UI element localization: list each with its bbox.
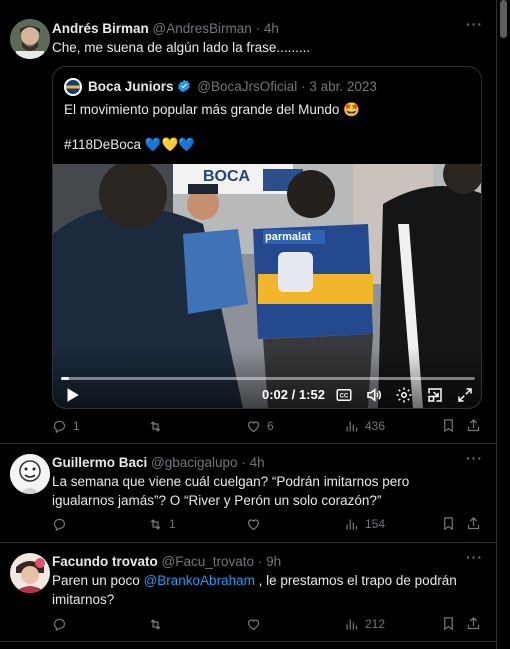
tweet-text: Che, me suena de algún lado la frase....…: [52, 40, 311, 55]
bookmark-icon[interactable]: [441, 516, 456, 531]
author-handle[interactable]: @gbacigalupo: [151, 455, 238, 470]
views-count: 154: [365, 517, 386, 531]
like-button[interactable]: [246, 514, 267, 534]
verified-badge-icon: [177, 79, 190, 93]
text-before-mention: Paren un poco: [52, 573, 144, 588]
reply-button[interactable]: [52, 614, 73, 634]
repost-button[interactable]: [148, 614, 169, 634]
repost-count: 1: [169, 517, 176, 531]
like-icon: [247, 518, 260, 530]
quoted-text-line1: El movimiento popular más grande del Mun…: [64, 102, 360, 117]
author-handle[interactable]: @AndresBirman: [153, 21, 252, 36]
tweet-actions: 1 154: [52, 514, 482, 534]
post-time[interactable]: 4h: [264, 21, 279, 36]
progress-bar[interactable]: [61, 377, 475, 380]
quoted-avatar: [64, 78, 82, 96]
reply-button[interactable]: [52, 514, 73, 534]
tweet-text: Paren un poco @BrankoAbraham , le presta…: [52, 571, 472, 609]
progress-fill: [61, 377, 70, 380]
author-name[interactable]: Facundo trovato: [52, 554, 158, 569]
quoted-tweet[interactable]: Boca Juniors @BocaJrsOficial · 3 abr. 20…: [52, 66, 482, 409]
more-icon[interactable]: ···: [466, 450, 483, 466]
reply-count: 1: [73, 419, 80, 433]
avatar[interactable]: [10, 19, 50, 59]
tweet-andres[interactable]: Andrés Birman @AndresBirman · 4h ··· Che…: [0, 0, 497, 444]
views-button[interactable]: 436: [344, 416, 385, 436]
bookmark-icon[interactable]: [441, 616, 456, 631]
like-icon: [247, 420, 260, 432]
quoted-author-name: Boca Juniors: [88, 79, 174, 94]
like-button[interactable]: [246, 614, 267, 634]
more-icon[interactable]: ···: [466, 549, 483, 565]
reply-icon: [53, 518, 66, 531]
video-player[interactable]: parmalat BOCA 0:02 / 1:52 CC: [53, 164, 481, 408]
author-name[interactable]: Andrés Birman: [52, 21, 149, 36]
reply-button[interactable]: 1: [52, 416, 80, 436]
quoted-date: 3 abr. 2023: [309, 79, 377, 94]
repost-icon: [150, 518, 161, 530]
time-divider: /: [291, 387, 296, 402]
volume-icon[interactable]: [365, 386, 383, 404]
post-time[interactable]: 9h: [266, 554, 281, 569]
svg-text:CC: CC: [340, 394, 349, 400]
video-controls: 0:02 / 1:52 CC: [53, 348, 481, 408]
tweet-guillermo[interactable]: Guillermo Baci @gbacigalupo · 4h ··· La …: [0, 444, 497, 543]
repost-icon: [150, 420, 161, 432]
pip-icon[interactable]: [426, 386, 444, 404]
avatar[interactable]: [10, 553, 50, 593]
quoted-hashtag-line[interactable]: #118DeBoca 💙💛💙: [64, 135, 474, 154]
views-icon: [346, 619, 358, 629]
views-button[interactable]: 154: [344, 514, 385, 534]
share-icon[interactable]: [466, 418, 481, 433]
separator-dot: ·: [301, 79, 306, 94]
separator-dot: ·: [241, 455, 246, 470]
tweet-actions: 212: [52, 614, 482, 634]
like-button[interactable]: 6: [246, 416, 274, 436]
separator-dot: ·: [257, 554, 263, 569]
views-icon: [346, 421, 358, 431]
repost-button[interactable]: [148, 416, 169, 436]
views-count: 212: [365, 617, 386, 631]
like-icon: [247, 618, 260, 630]
timeline-column: Andrés Birman @AndresBirman · 4h ··· Che…: [0, 0, 497, 649]
avatar[interactable]: [10, 454, 50, 494]
play-icon[interactable]: [63, 386, 81, 404]
scrollbar-thumb[interactable]: [500, 0, 507, 38]
reply-icon: [53, 618, 66, 631]
mention-link[interactable]: @BrankoAbraham: [144, 573, 255, 588]
quoted-handle: @BocaJrsOficial: [197, 79, 298, 94]
scrollbar[interactable]: [497, 0, 510, 649]
elapsed-time: 0:02: [262, 387, 289, 402]
author-name[interactable]: Guillermo Baci: [52, 455, 147, 470]
views-icon: [346, 519, 358, 529]
share-icon[interactable]: [466, 616, 481, 631]
views-count: 436: [365, 419, 386, 433]
sign-text: BOCA: [203, 168, 251, 185]
fullscreen-icon[interactable]: [456, 386, 474, 404]
tweet-actions: 1 6 436: [52, 416, 482, 436]
repost-button[interactable]: 1: [148, 514, 176, 534]
post-time[interactable]: 4h: [250, 455, 265, 470]
jersey-sponsor-text: parmalat: [265, 231, 311, 243]
views-button[interactable]: 212: [344, 614, 385, 634]
separator-dot: ·: [255, 21, 261, 36]
total-duration: 1:52: [298, 387, 325, 402]
bookmark-icon[interactable]: [441, 418, 456, 433]
author-handle[interactable]: @Facu_trovato: [162, 554, 255, 569]
tweet-facundo[interactable]: Facundo trovato @Facu_trovato · 9h ··· P…: [0, 543, 497, 642]
captions-icon[interactable]: CC: [335, 386, 353, 404]
tweet-text: La semana que viene cuál cuelgan? “Podrá…: [52, 474, 410, 508]
like-count: 6: [267, 419, 274, 433]
more-icon[interactable]: ···: [466, 16, 483, 32]
reply-icon: [53, 420, 66, 433]
repost-icon: [150, 618, 161, 630]
settings-icon[interactable]: [395, 386, 413, 404]
share-icon[interactable]: [466, 516, 481, 531]
